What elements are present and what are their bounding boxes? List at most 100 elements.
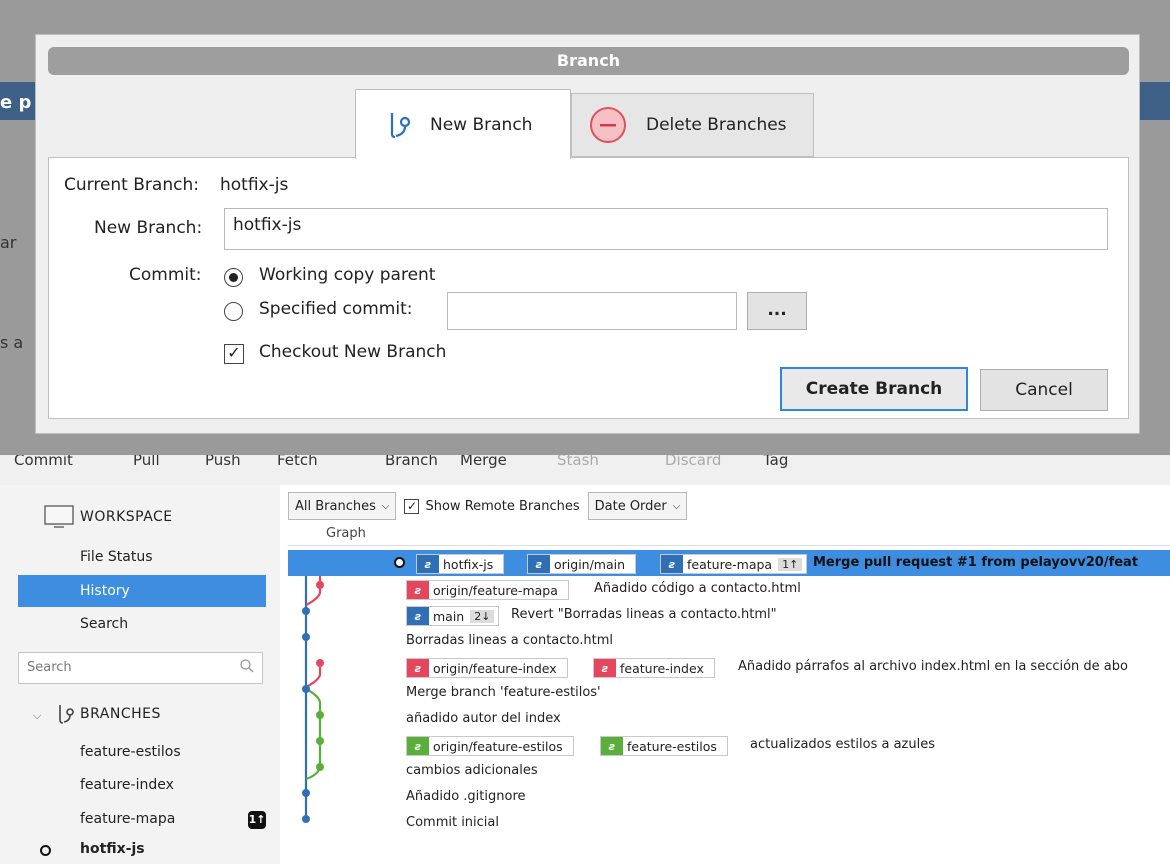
show-remote-checkbox[interactable]: ✓ Show Remote Branches <box>404 498 580 514</box>
commit-message: Añadido código a contacto.html <box>594 581 801 596</box>
sidebar-search-input[interactable]: Search <box>18 652 263 684</box>
date-order-dropdown[interactable]: Date Order ⌵ <box>587 492 688 520</box>
tab-label: Delete Branches <box>646 115 787 135</box>
background-text: s a <box>0 333 24 352</box>
head-indicator-icon <box>394 557 405 568</box>
commit-row[interactable]: ƨ origin/feature-estilos ƨ feature-estilos… <box>288 732 1170 758</box>
branch-tag[interactable]: ƨ main 2↓ <box>406 606 500 626</box>
branch-tag[interactable]: ƨ origin/feature-estilos <box>406 736 574 756</box>
toolbar-tag-button[interactable]: Tag <box>763 455 788 469</box>
commit-row[interactable]: Añadido .gitignore <box>288 784 1170 810</box>
branch-item[interactable]: feature-mapa <box>80 811 175 827</box>
checkout-checkbox[interactable]: ✓ <box>224 344 244 364</box>
new-branch-input[interactable]: hotfix-js <box>224 208 1108 250</box>
branch-tag[interactable]: ƨ origin/main <box>527 554 637 574</box>
working-copy-radio[interactable] <box>224 268 243 287</box>
commit-row[interactable]: cambios adicionales <box>288 758 1170 784</box>
specified-commit-label: Specified commit: <box>259 299 413 319</box>
branch-icon: ƨ <box>407 659 429 677</box>
toolbar-commit-button[interactable]: Commit <box>14 455 73 469</box>
commit-row[interactable]: ƨ origin/feature-index ƨ feature-index Aña… <box>288 654 1170 680</box>
browse-commit-button[interactable]: ... <box>747 292 807 330</box>
checkout-label: Checkout New Branch <box>259 342 447 362</box>
toolbar-pull-button[interactable]: Pull <box>133 455 160 469</box>
commit-message: Commit inicial <box>406 815 499 830</box>
commit-message: Añadido .gitignore <box>406 789 526 804</box>
branch-icon: ƨ <box>417 555 439 573</box>
checkbox-icon: ✓ <box>404 498 420 514</box>
commit-row[interactable]: Borradas lineas a contacto.html <box>288 628 1170 654</box>
history-filter-bar: All Branches ⌵ ✓ Show Remote Branches Da… <box>288 491 688 521</box>
toolbar-merge-button[interactable]: Merge <box>460 455 507 469</box>
tag-label: origin/feature-index <box>433 660 557 676</box>
all-branches-dropdown[interactable]: All Branches ⌵ <box>288 492 397 520</box>
commit-label: Commit: <box>129 265 202 285</box>
branch-tag[interactable]: ƨ feature-mapa 1↑ <box>660 554 808 574</box>
toolbar-fetch-button[interactable]: Fetch <box>277 455 318 469</box>
commit-row[interactable]: añadido autor del index <box>288 706 1170 732</box>
toolbar-discard-button[interactable]: Discard <box>665 455 721 469</box>
branch-item-current[interactable]: hotfix-js <box>80 841 145 857</box>
chevron-down-icon[interactable]: ⌵ <box>33 709 41 723</box>
search-icon <box>240 659 254 677</box>
branch-icon: ƨ <box>407 581 429 599</box>
sidebar-item-history[interactable]: History <box>18 575 266 607</box>
commit-message: Merge branch 'feature-estilos' <box>406 685 601 700</box>
branch-tag[interactable]: ƨ origin/feature-mapa <box>406 580 569 600</box>
tag-label: origin/feature-estilos <box>433 738 563 754</box>
sidebar-item-file-status[interactable]: File Status <box>18 541 266 573</box>
branch-icon: ƨ <box>661 555 683 573</box>
background-text: ar <box>0 233 17 252</box>
toolbar-branch-button[interactable]: Branch <box>385 455 438 469</box>
commit-row[interactable]: Commit inicial <box>288 810 1170 836</box>
all-branches-label: All Branches <box>295 498 376 514</box>
branch-icon: ƨ <box>528 555 550 573</box>
branch-item[interactable]: feature-estilos <box>80 744 181 760</box>
toolbar-stash-button[interactable]: Stash <box>557 455 599 469</box>
branch-icon: ƨ <box>601 737 623 755</box>
branch-item[interactable]: feature-index <box>80 777 174 793</box>
chevron-down-icon: ⌵ <box>672 500 681 512</box>
new-branch-panel: Current Branch: hotfix-js New Branch: ho… <box>48 157 1129 419</box>
tag-label: feature-index <box>620 660 704 676</box>
cancel-button[interactable]: Cancel <box>980 369 1108 411</box>
commit-message: Borradas lineas a contacto.html <box>406 633 613 648</box>
branch-icon: ƨ <box>407 607 429 625</box>
branch-tag[interactable]: ƨ origin/feature-index <box>406 658 568 678</box>
commit-row-selected[interactable]: ƨ hotfix-js ƨ origin/main ƨ feature-mapa 1↑ … <box>288 550 1170 576</box>
sidebar-item-search[interactable]: Search <box>18 608 266 640</box>
tag-label: feature-estilos <box>627 738 717 754</box>
branch-tag[interactable]: ƨ feature-estilos <box>600 736 728 756</box>
chevron-down-icon: ⌵ <box>381 500 390 512</box>
specified-commit-radio[interactable] <box>224 302 243 321</box>
show-remote-label: Show Remote Branches <box>425 498 580 514</box>
tab-delete-branches[interactable]: Delete Branches <box>571 93 814 157</box>
commit-message: actualizados estilos a azules <box>750 737 936 752</box>
create-branch-button[interactable]: Create Branch <box>780 367 968 411</box>
branch-icon <box>386 110 412 140</box>
branch-tag[interactable]: ƨ hotfix-js <box>416 554 505 574</box>
toolbar: Commit Pull Push Fetch Branch Merge Stas… <box>0 455 1170 485</box>
branch-tag[interactable]: ƨ feature-index <box>593 658 715 678</box>
tab-new-branch[interactable]: New Branch <box>355 89 571 159</box>
ahead-count: 1↑ <box>778 557 803 571</box>
minus-circle-icon <box>588 105 628 145</box>
commit-row[interactable]: Merge branch 'feature-estilos' <box>288 680 1170 706</box>
current-branch-value: hotfix-js <box>220 175 289 195</box>
branches-header: BRANCHES <box>80 706 161 722</box>
tag-label: origin/main <box>554 556 626 572</box>
working-copy-label: Working copy parent <box>259 265 436 285</box>
commit-row[interactable]: ƨ origin/feature-mapa Añadido código a co… <box>288 576 1170 602</box>
graph-column-header[interactable]: Graph <box>288 524 1170 546</box>
toolbar-push-button[interactable]: Push <box>205 455 241 469</box>
branch-icon: ƨ <box>407 737 429 755</box>
workspace-icon <box>44 505 74 533</box>
specified-commit-input[interactable] <box>447 292 737 330</box>
graph-header-label: Graph <box>326 526 366 541</box>
current-branch-label: Current Branch: <box>64 175 199 195</box>
commit-row[interactable]: ƨ main 2↓ Revert "Borradas lineas a contac… <box>288 602 1170 628</box>
current-branch-icon <box>40 845 51 856</box>
commit-message: Revert "Borradas lineas a contacto.html" <box>511 607 777 622</box>
tag-label: hotfix-js <box>443 556 494 572</box>
background-header-text: e p <box>0 92 32 113</box>
